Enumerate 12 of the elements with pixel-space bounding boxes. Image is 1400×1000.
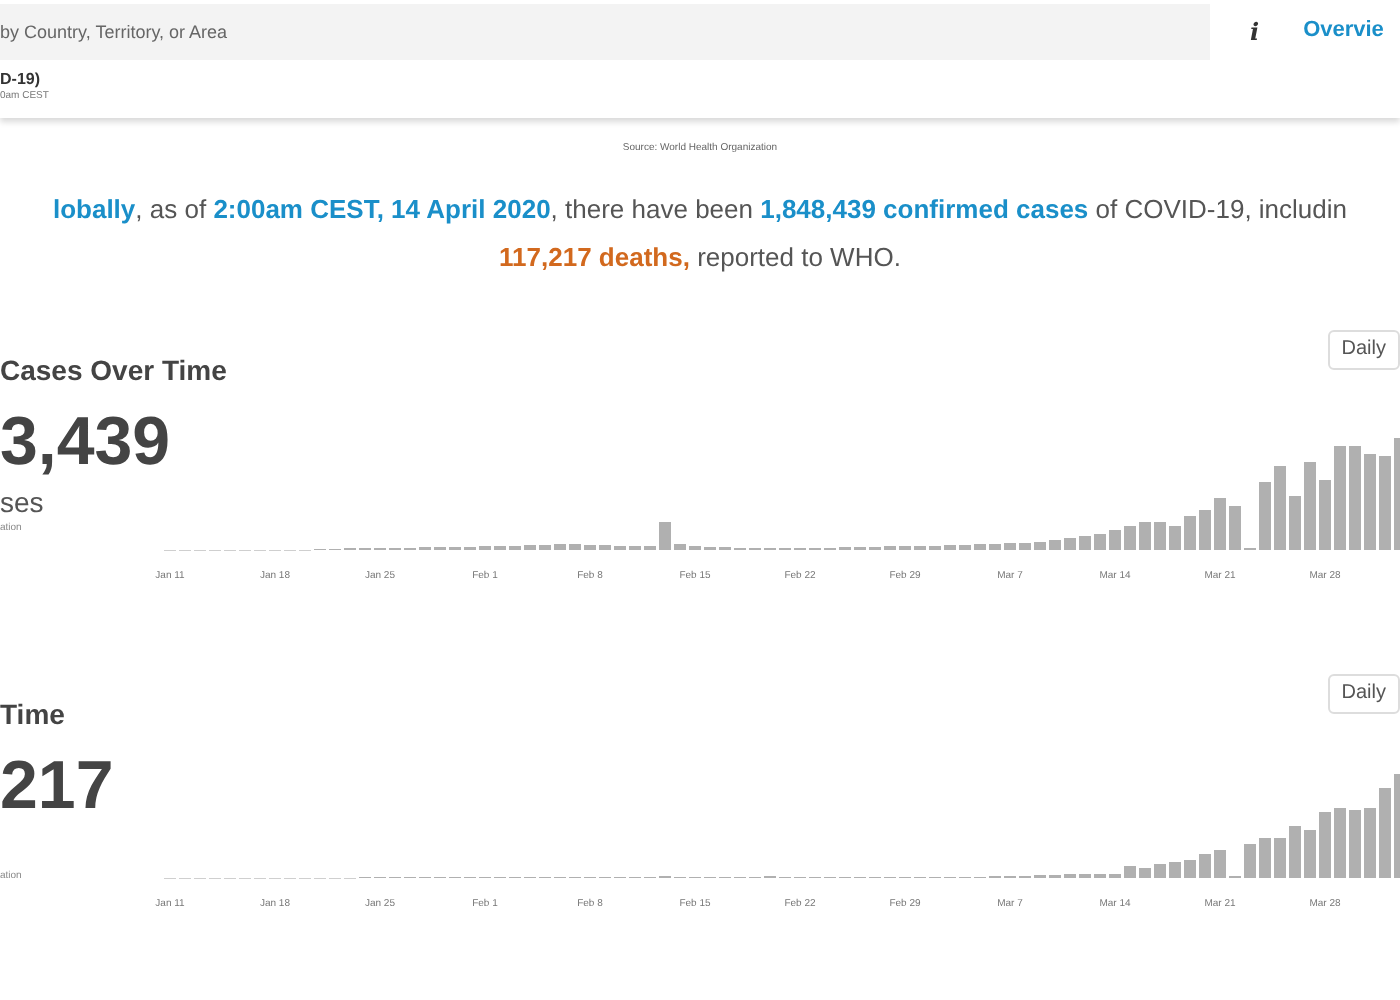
total-count: 3,439: [0, 401, 173, 481]
total-count: 217: [0, 745, 116, 825]
info-button[interactable]: i: [1250, 13, 1260, 49]
page-title: D-19): [0, 70, 43, 90]
daily-toggle[interactable]: Daily: [1327, 673, 1400, 713]
panel-title: Cases Over Time: [0, 353, 229, 385]
summary-text: lobally, as of 2:00am CEST, 14 April 2020, there have been 1,848,439 confirmed cases of COVID-19, includin 117,217 deaths, reported to WHO.: [50, 191, 1350, 276]
overview-link[interactable]: Overvie: [1303, 14, 1384, 48]
daily-toggle[interactable]: Daily: [1327, 329, 1400, 369]
search-field[interactable]: by Country, Territory, or Area: [0, 3, 1210, 59]
panel-title: Time: [0, 697, 67, 729]
count-label: ses: [0, 485, 46, 517]
